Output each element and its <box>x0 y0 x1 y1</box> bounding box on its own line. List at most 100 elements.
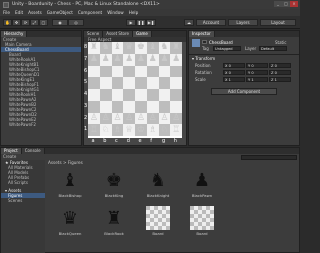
board-square[interactable] <box>146 100 159 113</box>
board-square[interactable] <box>158 89 171 101</box>
add-component-button[interactable]: Add Component <box>211 88 277 95</box>
tab-inspector[interactable]: Inspector <box>189 31 215 37</box>
board-square[interactable]: ♟ <box>111 53 124 66</box>
chess-piece[interactable]: ♙ <box>125 113 133 123</box>
menu-gameobject[interactable]: GameObject <box>47 10 73 15</box>
asset-item[interactable]: Board <box>190 206 214 236</box>
menu-assets[interactable]: Assets <box>28 10 42 15</box>
chess-piece[interactable]: ♖ <box>172 125 180 135</box>
chess-piece[interactable]: ♗ <box>149 125 157 135</box>
scale-tool-button[interactable]: ⤢ <box>30 19 39 26</box>
board-square[interactable] <box>135 77 147 89</box>
chess-board[interactable]: ♜ ♞ ♝ ♛ ♚ ♝ ♞ ♜ ♟ ♟ ♟ ♟ ♟ ♟ ♟ ♟ ♙ ♙ ♙ ♙ ♙ ♙ ♙ ♙ ♖ ♘ ♗ ♕ ♔ ♗ ♘ ♖ <box>88 42 182 138</box>
pause-button[interactable]: ❚❚ <box>136 19 146 26</box>
board-square[interactable]: ♖ <box>170 124 182 136</box>
board-square[interactable]: ♙ <box>99 112 112 125</box>
board-square[interactable] <box>146 89 159 101</box>
asset-item[interactable]: ♜ BlackRook <box>102 206 126 236</box>
board-square[interactable] <box>123 89 135 101</box>
board-square[interactable] <box>99 100 112 113</box>
scale-x-field[interactable]: X 1 <box>223 77 245 82</box>
object-name-field[interactable]: ChessBoard <box>209 40 233 45</box>
board-square[interactable]: ♟ <box>146 53 159 66</box>
chess-piece[interactable]: ♟ <box>160 55 168 64</box>
board-square[interactable] <box>88 77 100 89</box>
board-square[interactable]: ♙ <box>146 112 159 125</box>
chess-piece[interactable]: ♚ <box>137 43 145 52</box>
chess-piece[interactable]: ♛ <box>125 43 133 52</box>
board-square[interactable] <box>88 65 100 78</box>
chess-piece[interactable]: ♘ <box>102 125 110 135</box>
board-square[interactable] <box>170 77 182 89</box>
board-square[interactable]: ♙ <box>88 112 100 125</box>
chess-piece[interactable]: ♙ <box>102 113 110 123</box>
chess-piece[interactable]: ♟ <box>125 55 133 64</box>
board-square[interactable]: ♟ <box>170 53 182 66</box>
chess-piece[interactable]: ♟ <box>102 55 110 64</box>
board-square[interactable] <box>135 100 147 113</box>
board-square[interactable]: ♖ <box>88 124 100 136</box>
project-search-input[interactable] <box>241 155 297 160</box>
board-square[interactable]: ♘ <box>99 124 112 136</box>
menu-help[interactable]: Help <box>129 10 139 15</box>
maximize-button[interactable]: □ <box>282 1 290 7</box>
layout-dropdown[interactable]: Layout <box>260 19 296 26</box>
layers-dropdown[interactable]: Layers <box>228 19 258 26</box>
position-y-field[interactable]: Y 0 <box>246 63 268 68</box>
rotation-z-field[interactable]: Z 0 <box>269 70 291 75</box>
board-square[interactable] <box>146 77 159 89</box>
tab-console[interactable]: Console <box>21 148 45 154</box>
move-tool-button[interactable]: ✥ <box>12 19 21 26</box>
board-square[interactable]: ♜ <box>88 42 100 54</box>
board-square[interactable]: ♙ <box>111 112 124 125</box>
tab-game[interactable]: Game <box>132 31 152 37</box>
global-toggle[interactable]: ◎ <box>68 19 84 26</box>
folder-item[interactable]: Scenes <box>1 198 45 203</box>
asset-item[interactable]: ♛ BlackQueen <box>58 206 82 236</box>
board-square[interactable]: ♝ <box>111 42 124 54</box>
board-square[interactable] <box>99 77 112 89</box>
board-square[interactable]: ♟ <box>123 53 135 66</box>
tag-dropdown[interactable]: Untagged <box>213 46 241 51</box>
hierarchy-item[interactable]: WhitePawnF2 <box>1 122 81 127</box>
chess-piece[interactable]: ♜ <box>172 43 180 52</box>
board-square[interactable]: ♗ <box>146 124 159 136</box>
account-dropdown[interactable]: Account <box>196 19 226 26</box>
board-square[interactable] <box>135 89 147 101</box>
asset-item[interactable]: ♚ BlackKing <box>102 168 126 198</box>
board-square[interactable]: ♚ <box>135 42 147 54</box>
asset-item[interactable]: ♝ BlackBishop <box>58 168 82 198</box>
board-square[interactable]: ♔ <box>135 124 147 136</box>
cloud-icon[interactable]: ☁ <box>184 19 194 26</box>
chess-piece[interactable]: ♖ <box>90 125 98 135</box>
chess-piece[interactable]: ♝ <box>149 43 157 52</box>
board-square[interactable]: ♜ <box>170 42 182 54</box>
chess-piece[interactable]: ♙ <box>113 113 121 123</box>
static-checkbox[interactable]: Static <box>275 40 286 45</box>
chess-piece[interactable]: ♟ <box>172 55 180 64</box>
chess-piece[interactable]: ♙ <box>149 113 157 123</box>
board-square[interactable] <box>170 100 182 113</box>
board-square[interactable] <box>111 100 124 113</box>
board-square[interactable]: ♙ <box>123 112 135 125</box>
board-square[interactable]: ♕ <box>123 124 135 136</box>
asset-item[interactable]: Board <box>146 206 170 236</box>
chess-piece[interactable]: ♜ <box>90 43 98 52</box>
pivot-toggle[interactable]: ◉ <box>52 19 68 26</box>
board-square[interactable]: ♟ <box>88 53 100 66</box>
board-square[interactable] <box>99 65 112 78</box>
chess-piece[interactable]: ♕ <box>125 125 133 135</box>
chess-piece[interactable]: ♝ <box>113 43 121 52</box>
board-square[interactable] <box>123 65 135 78</box>
chess-piece[interactable]: ♗ <box>113 125 121 135</box>
chess-piece[interactable]: ♟ <box>113 55 121 64</box>
board-square[interactable] <box>123 77 135 89</box>
board-square[interactable]: ♞ <box>99 42 112 54</box>
chess-piece[interactable]: ♙ <box>137 113 145 123</box>
board-square[interactable] <box>99 89 112 101</box>
play-button[interactable]: ▶ <box>126 19 136 26</box>
board-square[interactable]: ♙ <box>158 112 171 125</box>
minimize-button[interactable]: _ <box>274 1 282 7</box>
board-square[interactable]: ♗ <box>111 124 124 136</box>
board-square[interactable]: ♙ <box>170 112 182 125</box>
